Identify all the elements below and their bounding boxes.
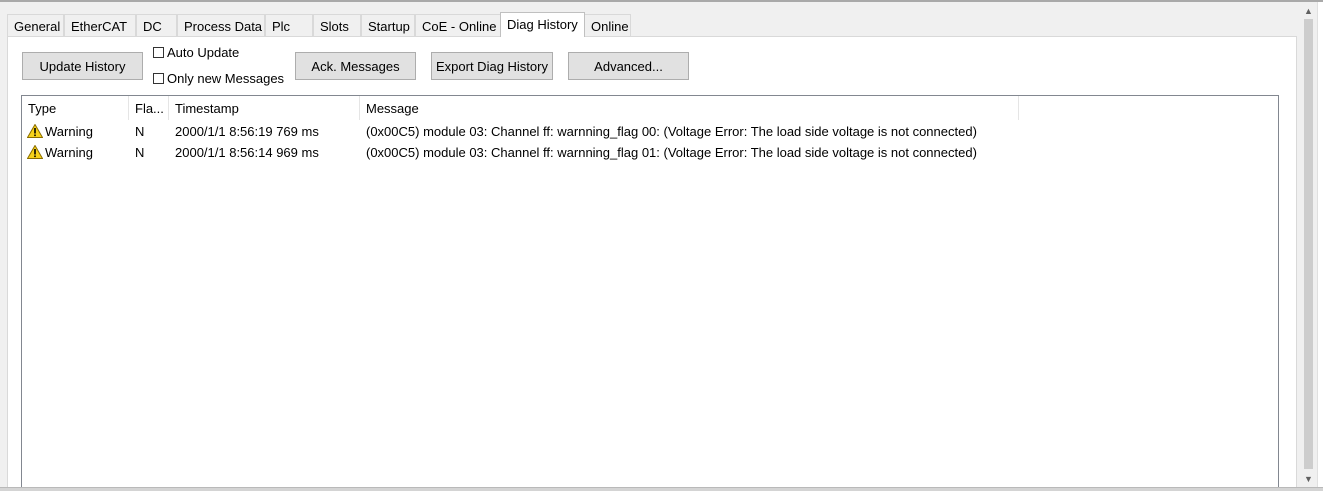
row-timestamp: 2000/1/1 8:56:19 769 ms bbox=[175, 124, 319, 139]
auto-update-checkbox[interactable]: Auto Update bbox=[153, 45, 239, 60]
column-header-timestamp[interactable]: Timestamp bbox=[169, 96, 360, 120]
auto-update-checkbox-box[interactable] bbox=[153, 47, 164, 58]
scrollbar-thumb[interactable] bbox=[1304, 19, 1313, 469]
update-history-button[interactable]: Update History bbox=[22, 52, 143, 80]
tab-plc[interactable]: Plc bbox=[265, 14, 313, 36]
row-message: (0x00C5) module 03: Channel ff: warnning… bbox=[366, 145, 977, 160]
warning-icon bbox=[27, 124, 43, 138]
tab-process-data[interactable]: Process Data bbox=[177, 14, 265, 36]
window-bottom-border bbox=[0, 487, 1323, 491]
column-header-type[interactable]: Type bbox=[22, 96, 129, 120]
row-message: (0x00C5) module 03: Channel ff: warnning… bbox=[366, 124, 977, 139]
diag-history-list[interactable]: Type Fla... Timestamp Message Warning N … bbox=[21, 95, 1279, 488]
tab-online[interactable]: Online bbox=[584, 14, 631, 36]
tab-ethercat[interactable]: EtherCAT bbox=[64, 14, 136, 36]
auto-update-label: Auto Update bbox=[167, 45, 240, 60]
tab-general[interactable]: General bbox=[7, 14, 64, 36]
chevron-down-icon[interactable]: ▼ bbox=[1300, 470, 1317, 487]
tab-coe-online[interactable]: CoE - Online bbox=[415, 14, 501, 36]
only-new-messages-checkbox-box[interactable] bbox=[153, 73, 164, 84]
window-right-edge bbox=[1317, 2, 1323, 487]
list-item[interactable]: Warning N 2000/1/1 8:56:14 969 ms (0x00C… bbox=[22, 142, 1022, 163]
row-flag: N bbox=[135, 124, 145, 139]
tab-dc[interactable]: DC bbox=[136, 14, 177, 36]
row-flag: N bbox=[135, 145, 145, 160]
row-type: Warning bbox=[45, 145, 93, 160]
advanced-button[interactable]: Advanced... bbox=[568, 52, 689, 80]
export-diag-history-button[interactable]: Export Diag History bbox=[431, 52, 553, 80]
column-header-flag[interactable]: Fla... bbox=[129, 96, 169, 120]
ack-messages-button[interactable]: Ack. Messages bbox=[295, 52, 416, 80]
only-new-messages-checkbox[interactable]: Only new Messages bbox=[153, 71, 284, 86]
only-new-messages-label: Only new Messages bbox=[167, 71, 285, 86]
chevron-up-icon[interactable]: ▲ bbox=[1300, 2, 1317, 19]
tab-diag-history[interactable]: Diag History bbox=[500, 12, 585, 37]
list-item[interactable]: Warning N 2000/1/1 8:56:19 769 ms (0x00C… bbox=[22, 121, 1022, 142]
row-timestamp: 2000/1/1 8:56:14 969 ms bbox=[175, 145, 319, 160]
tab-startup[interactable]: Startup bbox=[361, 14, 415, 36]
column-header-message[interactable]: Message bbox=[360, 96, 1019, 120]
vertical-scrollbar[interactable]: ▲ ▼ bbox=[1300, 2, 1317, 487]
warning-icon bbox=[27, 145, 43, 159]
tab-slots[interactable]: Slots bbox=[313, 14, 361, 36]
row-type: Warning bbox=[45, 124, 93, 139]
